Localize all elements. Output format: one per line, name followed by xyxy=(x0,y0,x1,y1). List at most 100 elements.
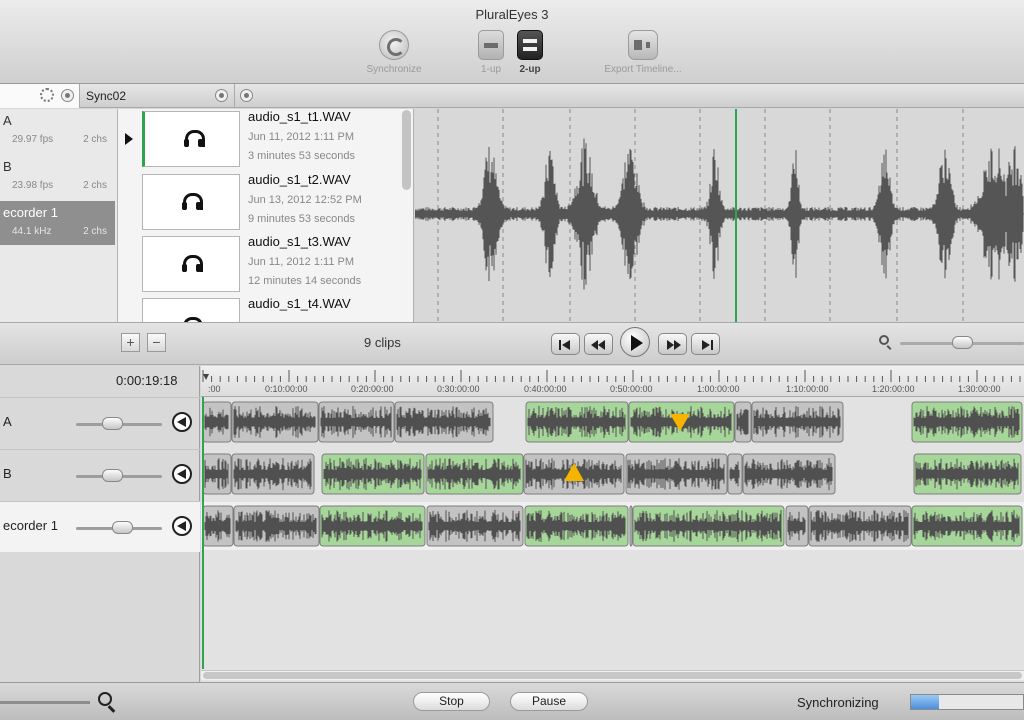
clip-count: 9 clips xyxy=(364,335,401,350)
source-name: ecorder 1 xyxy=(3,205,58,220)
ruler-label: 0:40:00:00 xyxy=(524,384,567,394)
two-up-button[interactable]: 2-up xyxy=(514,30,546,75)
synchronize-icon xyxy=(379,30,409,60)
tab-current[interactable] xyxy=(0,84,80,108)
export-timeline-button[interactable]: Export Timeline... xyxy=(594,30,692,75)
go-to-start-button[interactable] xyxy=(551,333,580,355)
clip-name: audio_s1_t4.WAV xyxy=(248,296,351,311)
export-icon xyxy=(628,30,658,60)
ruler-label: 1:30:00:00 xyxy=(958,384,1001,394)
ruler-label: 0:50:00:00 xyxy=(610,384,653,394)
source-name: B xyxy=(3,159,12,174)
source-item[interactable]: A 29.97 fps 2 chs xyxy=(0,109,115,153)
clip-thumbnail xyxy=(142,174,240,230)
add-clip-button[interactable]: + xyxy=(121,333,140,352)
clip-name: audio_s1_t3.WAV xyxy=(248,234,351,249)
two-up-icon xyxy=(517,30,543,60)
sync-progress-bar xyxy=(910,694,1024,710)
tab-sync02-label: Sync02 xyxy=(86,89,127,103)
remove-clip-button[interactable]: − xyxy=(147,333,166,352)
pause-button[interactable]: Pause xyxy=(510,692,588,711)
clip-thumbnail xyxy=(142,111,240,167)
timeline-scrollbar[interactable] xyxy=(201,670,1024,680)
timeline-zoom-slider[interactable] xyxy=(0,701,90,704)
ruler-label: 1:10:00:00 xyxy=(786,384,829,394)
track-headers: 0:00:19:18 A B ecorder 1 xyxy=(0,366,200,682)
clip-item[interactable]: audio_s1_t2.WAV Jun 13, 2012 12:52 PM 9 … xyxy=(142,172,402,230)
zoom-out-icon xyxy=(879,335,889,345)
source-item[interactable]: ecorder 1 44.1 kHz 2 chs xyxy=(0,201,115,245)
waveform-preview-svg xyxy=(415,109,1024,322)
window-title: PluralEyes 3 xyxy=(475,7,549,22)
ruler-label: 0:30:00:00 xyxy=(437,384,480,394)
disclosure-triangle-icon[interactable] xyxy=(125,133,133,145)
timeline-area[interactable] xyxy=(201,397,1024,682)
speaker-icon[interactable] xyxy=(172,464,192,484)
track-header[interactable]: B xyxy=(0,449,200,500)
clip-list-scrollbar[interactable] xyxy=(402,110,411,190)
tab-sync02[interactable]: Sync02 xyxy=(80,84,235,108)
two-up-label: 2-up xyxy=(519,64,541,75)
ruler-label: 1:00:00:00 xyxy=(697,384,740,394)
new-tab-button[interactable] xyxy=(236,84,256,108)
track-name: ecorder 1 xyxy=(3,518,58,533)
clip-item[interactable]: audio_s1_t4.WAV xyxy=(142,296,402,322)
track-volume-knob[interactable] xyxy=(102,469,123,482)
synchronize-label: Synchronize xyxy=(366,64,422,75)
source-item[interactable]: B 23.98 fps 2 chs xyxy=(0,155,115,199)
one-up-icon xyxy=(478,30,504,60)
timeline-ruler[interactable]: :00 0:10:00:00 0:20:00:00 0:30:00:00 0:4… xyxy=(201,366,1024,397)
speaker-icon[interactable] xyxy=(172,412,192,432)
status-text: Synchronizing xyxy=(797,695,879,710)
synchronize-button[interactable]: Synchronize xyxy=(358,30,430,75)
waveform-preview[interactable] xyxy=(415,109,1024,322)
timecode-display: 0:00:19:18 xyxy=(116,373,178,388)
timeline-scrollbar-thumb[interactable] xyxy=(203,672,1022,679)
preview-zoom-knob[interactable] xyxy=(952,336,973,349)
headphones-icon xyxy=(182,193,203,211)
clip-name: audio_s1_t1.WAV xyxy=(248,109,351,124)
close-tab-icon[interactable] xyxy=(215,89,228,102)
speaker-icon[interactable] xyxy=(172,516,192,536)
sync-progress-fill xyxy=(911,695,939,709)
ruler-label: 0:20:00:00 xyxy=(351,384,394,394)
step-back-button[interactable] xyxy=(584,333,613,355)
clip-thumbnail xyxy=(142,298,240,322)
source-channels: 2 chs xyxy=(83,134,107,145)
track-volume-knob[interactable] xyxy=(111,521,133,534)
clip-item[interactable]: audio_s1_t3.WAV Jun 11, 2012 1:11 PM 12 … xyxy=(142,234,402,292)
track-header[interactable]: ecorder 1 xyxy=(0,501,200,552)
stop-button[interactable]: Stop xyxy=(413,692,490,711)
track-volume-knob[interactable] xyxy=(102,417,123,430)
ruler-label: 1:20:00:00 xyxy=(872,384,915,394)
play-button[interactable] xyxy=(620,327,650,357)
clip-name: audio_s1_t2.WAV xyxy=(248,172,351,187)
headphones-icon xyxy=(184,130,205,148)
source-rate: 23.98 fps xyxy=(12,180,54,191)
clip-date: Jun 11, 2012 1:11 PM xyxy=(248,256,354,268)
clip-item[interactable]: audio_s1_t1.WAV Jun 11, 2012 1:11 PM 3 m… xyxy=(142,109,402,167)
track-name: B xyxy=(3,466,12,481)
zoom-in-icon[interactable] xyxy=(98,692,112,706)
source-rate: 29.97 fps xyxy=(12,134,54,145)
source-name: A xyxy=(3,113,12,128)
track-header[interactable]: A xyxy=(0,397,200,448)
step-forward-button[interactable] xyxy=(658,333,687,355)
track-name: A xyxy=(3,414,12,429)
clip-list: audio_s1_t1.WAV Jun 11, 2012 1:11 PM 3 m… xyxy=(118,109,414,322)
toolbar: PluralEyes 3 Synchronize 1-up 2-up Expor… xyxy=(0,0,1024,84)
source-channels: 2 chs xyxy=(83,226,107,237)
clip-date: Jun 11, 2012 1:11 PM xyxy=(248,131,354,143)
headphones-icon xyxy=(182,255,203,273)
export-timeline-label: Export Timeline... xyxy=(604,64,682,75)
source-rate: 44.1 kHz xyxy=(12,226,52,237)
ruler-label: 0:10:00:00 xyxy=(265,384,308,394)
timeline-clips xyxy=(201,397,1024,669)
one-up-button[interactable]: 1-up xyxy=(478,30,504,75)
tab-bar: Sync02 xyxy=(0,84,1024,108)
close-tab-icon[interactable] xyxy=(61,89,74,102)
clip-controls-bar: + − 9 clips xyxy=(0,322,1024,365)
clip-thumbnail xyxy=(142,236,240,292)
clip-duration: 12 minutes 14 seconds xyxy=(248,275,362,287)
go-to-end-button[interactable] xyxy=(691,333,720,355)
